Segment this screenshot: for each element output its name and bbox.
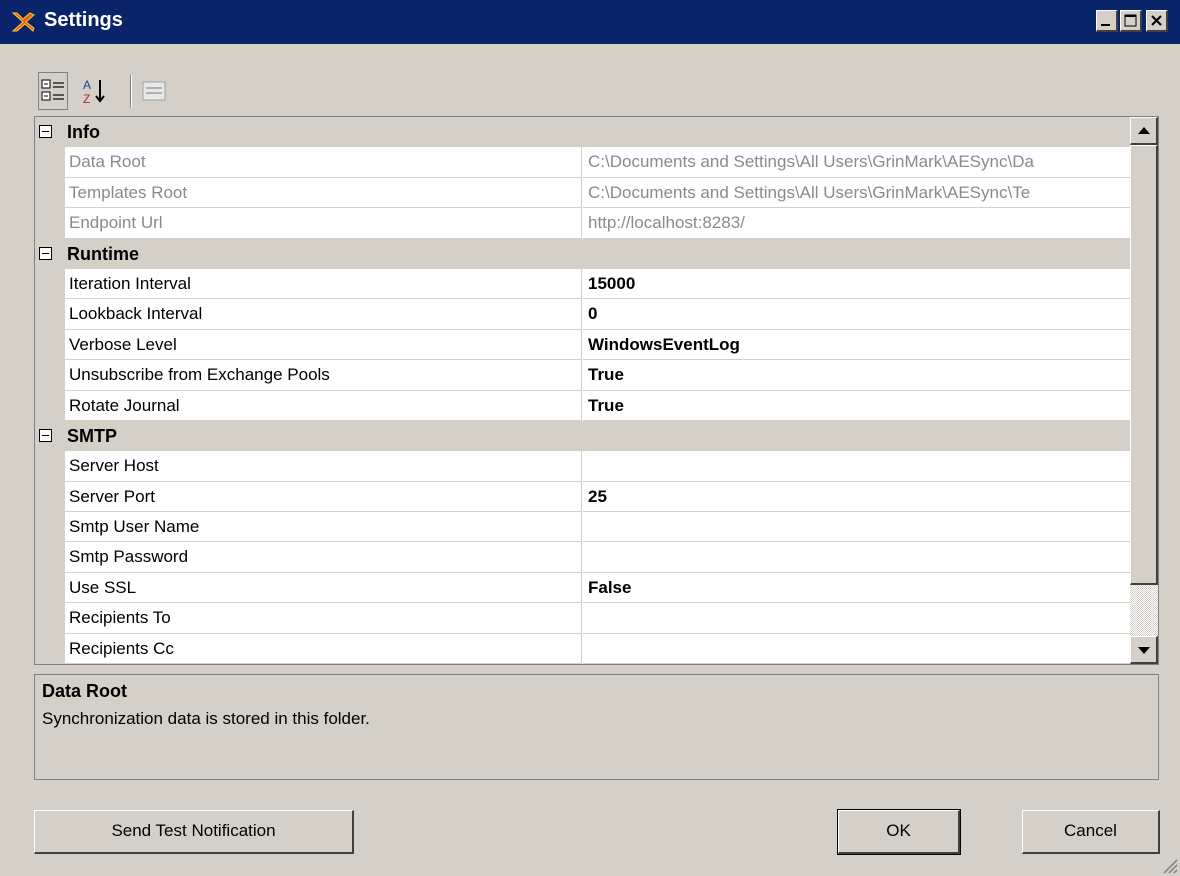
property-name: Recipients To [65,603,582,634]
property-pages-button[interactable] [140,72,170,110]
app-icon [11,12,35,32]
property-value[interactable]: True [583,391,1130,421]
categorized-view-icon [38,72,68,110]
property-value[interactable] [583,634,1130,664]
title-bar: Settings [0,0,1180,44]
property-value[interactable]: C:\Documents and Settings\All Users\Grin… [583,147,1130,178]
property-pages-icon [142,81,166,101]
property-value[interactable]: 15000 [583,269,1130,300]
property-row-server-port[interactable]: Server Port 25 [35,481,1130,513]
property-value[interactable]: WindowsEventLog [583,330,1130,361]
property-value[interactable] [583,512,1130,543]
property-rows: Info Data Root C:\Documents and Settings… [35,117,1130,664]
minimize-button[interactable] [1096,10,1118,32]
scroll-up-button[interactable] [1130,117,1158,145]
property-row-recipients-to[interactable]: Recipients To [35,603,1130,634]
property-row-iteration-interval[interactable]: Iteration Interval 15000 [35,268,1130,300]
category-name: Runtime [67,243,139,264]
property-name: Use SSL [65,572,582,604]
collapse-icon[interactable] [39,428,52,442]
property-value[interactable]: C:\Documents and Settings\All Users\Grin… [583,178,1130,209]
property-row-use-ssl[interactable]: Use SSL False [35,572,1130,604]
property-row-smtp-password[interactable]: Smtp Password [35,542,1130,573]
collapse-icon[interactable] [39,246,52,260]
property-name: Verbose Level [65,329,582,361]
property-row-templates-root[interactable]: Templates Root C:\Documents and Settings… [35,177,1130,209]
property-name: Data Root [65,147,582,178]
property-value[interactable]: http://localhost:8283/ [583,208,1130,239]
property-row-unsubscribe[interactable]: Unsubscribe from Exchange Pools True [35,360,1130,391]
property-name: Server Host [65,451,582,482]
send-test-notification-button[interactable]: Send Test Notification [34,810,354,854]
property-grid[interactable]: Info Data Root C:\Documents and Settings… [34,116,1159,665]
arrow-down-icon [1138,647,1150,654]
alphabetical-sort-icon: A Z [83,78,105,106]
property-name: Endpoint Url [65,208,582,239]
close-icon [1151,15,1162,26]
ok-button[interactable]: OK [837,809,961,855]
property-row-smtp-user-name[interactable]: Smtp User Name [35,512,1130,543]
property-value[interactable]: 0 [583,299,1130,330]
collapse-icon[interactable] [39,125,52,138]
category-smtp[interactable]: SMTP [35,420,1130,452]
resize-grip-icon[interactable] [1160,856,1178,874]
category-name: Info [67,122,100,142]
arrow-up-icon [1138,127,1150,134]
description-title: Data Root [42,681,127,701]
property-value[interactable]: 25 [583,482,1130,513]
property-name: Rotate Journal [65,390,582,421]
property-name: Iteration Interval [65,268,582,300]
scroll-track[interactable] [1130,585,1158,636]
property-row-lookback-interval[interactable]: Lookback Interval 0 [35,299,1130,330]
window-title: Settings [44,9,123,31]
property-value[interactable] [583,603,1130,634]
property-row-endpoint-url[interactable]: Endpoint Url http://localhost:8283/ [35,208,1130,239]
toolbar-separator [130,75,132,108]
maximize-button[interactable] [1120,10,1142,32]
property-row-verbose-level[interactable]: Verbose Level WindowsEventLog [35,329,1130,361]
close-button[interactable] [1146,10,1168,32]
property-name: Smtp User Name [65,512,582,543]
property-value[interactable] [583,451,1130,482]
category-info[interactable]: Info [35,117,1130,148]
category-runtime[interactable]: Runtime [35,238,1130,269]
categorized-button[interactable] [38,72,68,110]
description-panel: Data Root Synchronization data is stored… [34,674,1159,780]
property-name: Server Port [65,481,582,513]
property-name: Smtp Password [65,542,582,573]
svg-text:A: A [83,78,91,92]
property-row-rotate-journal[interactable]: Rotate Journal True [35,390,1130,421]
property-name: Unsubscribe from Exchange Pools [65,360,582,391]
scroll-thumb[interactable] [1130,145,1158,585]
property-name: Recipients Cc [65,633,582,664]
maximize-icon [1124,14,1137,27]
property-row-recipients-cc[interactable]: Recipients Cc [35,633,1130,664]
property-name: Lookback Interval [65,299,582,330]
property-row-data-root[interactable]: Data Root C:\Documents and Settings\All … [35,147,1130,178]
property-row-server-host[interactable]: Server Host [35,451,1130,482]
property-value[interactable] [583,542,1130,573]
scroll-down-button[interactable] [1130,636,1158,664]
property-name: Templates Root [65,177,582,209]
category-name: SMTP [67,425,118,446]
property-value[interactable]: False [583,573,1130,604]
description-text: Synchronization data is stored in this f… [42,709,370,728]
alphabetical-button[interactable]: A Z [80,72,110,110]
vertical-scrollbar[interactable] [1130,117,1158,664]
svg-text:Z: Z [83,92,90,106]
cancel-button[interactable]: Cancel [1022,810,1160,854]
minimize-icon [1101,24,1110,26]
property-value[interactable]: True [583,360,1130,391]
